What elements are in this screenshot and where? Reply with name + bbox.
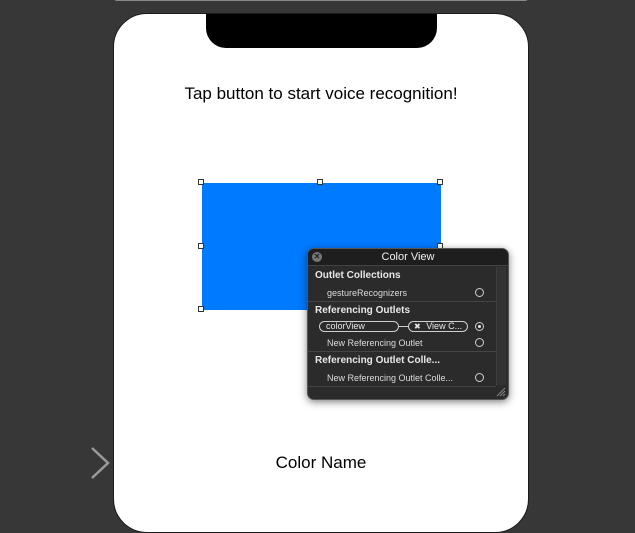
selection-handle-top-right[interactable] (437, 179, 443, 185)
new-referencing-outlet-collection: New Referencing Outlet Colle... (327, 373, 454, 383)
section-title-referencing-outlet-collections: Referencing Outlet Colle... (315, 355, 441, 366)
selection-handle-bottom-left[interactable] (198, 306, 204, 312)
resize-grip-icon[interactable] (496, 387, 506, 397)
selection-handle-top-left[interactable] (198, 179, 204, 185)
connect-circle-new-referencing-outlet[interactable] (475, 338, 484, 347)
new-referencing-outlet: New Referencing Outlet (327, 338, 423, 348)
connect-circle-color-view[interactable] (475, 322, 484, 331)
connection-target-label: View C... (426, 321, 463, 331)
selection-handle-middle-left[interactable] (198, 243, 204, 249)
color-name-label[interactable]: Color Name (114, 453, 528, 473)
divider (308, 301, 496, 302)
device-notch (206, 14, 437, 48)
divider (308, 386, 496, 387)
prompt-label[interactable]: Tap button to start voice recognition! (114, 84, 528, 104)
close-icon[interactable]: ✕ (312, 252, 322, 262)
top-device-edge (113, 0, 529, 1)
popover-header: ✕ Color View (308, 249, 508, 266)
divider (308, 351, 496, 352)
section-title-outlet-collections: Outlet Collections (315, 270, 401, 281)
connection-source-pill[interactable]: colorView (319, 321, 399, 332)
section-title-referencing-outlets: Referencing Outlets (315, 305, 411, 316)
x-small-icon[interactable]: ✖ (414, 322, 421, 331)
connect-circle-gesture-recognizers[interactable] (475, 288, 484, 297)
connection-target-pill[interactable]: ✖ View C... (408, 321, 468, 332)
connection-outlet-label: colorView (326, 321, 365, 331)
connections-popover[interactable]: ✕ Color View Outlet Collections gestureR… (307, 248, 509, 400)
popover-title: Color View (381, 251, 435, 263)
connect-circle-new-referencing-outlet-collection[interactable] (475, 373, 484, 382)
outlet-gesture-recognizers: gestureRecognizers (327, 288, 408, 298)
arrow-right-icon (14, 447, 110, 479)
selection-handle-top-center[interactable] (317, 179, 323, 185)
popover-scrollbar[interactable] (496, 267, 506, 385)
